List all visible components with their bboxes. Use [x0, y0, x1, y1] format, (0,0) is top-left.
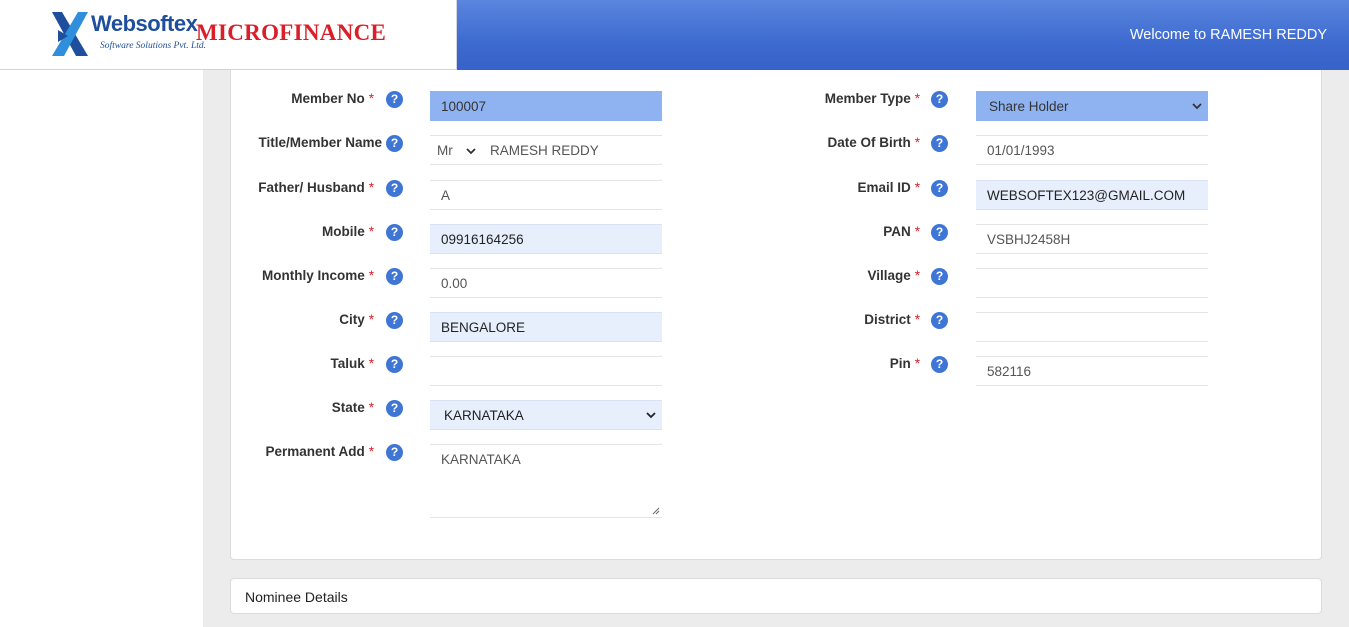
help-icon[interactable]: ?	[386, 91, 403, 108]
state-select[interactable]: KARNATAKA	[430, 400, 662, 430]
city-label: City *	[339, 312, 374, 327]
member-no-label: Member No *	[291, 91, 374, 106]
help-icon[interactable]: ?	[386, 312, 403, 329]
taluk-label: Taluk *	[330, 356, 374, 371]
pan-label: PAN *	[883, 224, 920, 239]
logo-area[interactable]: Websoftex Software Solutions Pvt. Ltd. M…	[0, 0, 457, 70]
date-of-birth-label: Date Of Birth *	[827, 135, 920, 150]
email-id-label: Email ID *	[857, 180, 920, 195]
app-name: MICROFINANCE	[196, 20, 387, 45]
sidebar	[0, 70, 203, 627]
help-icon[interactable]: ?	[386, 180, 403, 197]
help-icon[interactable]: ?	[931, 91, 948, 108]
father-husband-label: Father/ Husband *	[258, 180, 374, 195]
help-icon[interactable]: ?	[386, 444, 403, 461]
help-icon[interactable]: ?	[386, 135, 403, 152]
help-icon[interactable]: ?	[931, 180, 948, 197]
chevron-down-icon	[466, 148, 476, 155]
title-member-name-label: Title/Member Name	[258, 135, 382, 150]
welcome-user[interactable]: Welcome to RAMESH REDDY	[1130, 27, 1327, 43]
help-icon[interactable]: ?	[386, 356, 403, 373]
mobile-label: Mobile *	[321, 224, 374, 239]
top-bar: Welcome to RAMESH REDDY	[457, 0, 1349, 70]
date-of-birth-field[interactable]: 01/01/1993	[976, 135, 1208, 165]
city-field[interactable]: BENGALORE	[430, 312, 662, 342]
help-icon[interactable]: ?	[386, 268, 403, 285]
member-name-input[interactable]: RAMESH REDDY	[490, 143, 599, 158]
pin-field[interactable]: 582116	[976, 356, 1208, 386]
websoftex-logo-icon	[52, 12, 88, 56]
father-husband-field[interactable]: A	[430, 180, 662, 210]
help-icon[interactable]: ?	[931, 312, 948, 329]
resize-handle-icon[interactable]	[652, 507, 660, 515]
title-select[interactable]: Mr	[437, 143, 453, 158]
village-field[interactable]	[976, 268, 1208, 298]
member-no-field[interactable]: 100007	[430, 91, 662, 121]
permanent-add-label: Permanent Add *	[265, 444, 374, 459]
help-icon[interactable]: ?	[931, 268, 948, 285]
mobile-field[interactable]: 09916164256	[430, 224, 662, 254]
monthly-income-field[interactable]: 0.00	[430, 268, 662, 298]
village-label: Village *	[867, 268, 920, 283]
app-header: Websoftex Software Solutions Pvt. Ltd. M…	[0, 0, 1349, 70]
help-icon[interactable]: ?	[386, 224, 403, 241]
district-label: District *	[864, 312, 920, 327]
nominee-details-panel[interactable]: Nominee Details	[230, 578, 1322, 614]
chevron-down-icon	[646, 412, 656, 419]
taluk-field[interactable]	[430, 356, 662, 386]
brand-name: Websoftex	[91, 11, 198, 36]
title-member-name-field[interactable]: Mr RAMESH REDDY	[430, 135, 662, 165]
help-icon[interactable]: ?	[931, 135, 948, 152]
district-field[interactable]	[976, 312, 1208, 342]
email-field[interactable]: WEBSOFTEX123@GMAIL.COM	[976, 180, 1208, 210]
pan-field[interactable]: VSBHJ2458H	[976, 224, 1208, 254]
nominee-details-title[interactable]: Nominee Details	[245, 589, 348, 605]
member-type-select[interactable]: Share Holder	[976, 91, 1208, 121]
help-icon[interactable]: ?	[386, 400, 403, 417]
member-type-label: Member Type *	[824, 91, 920, 106]
help-icon[interactable]: ?	[931, 224, 948, 241]
permanent-address-textarea[interactable]: KARNATAKA	[430, 444, 662, 518]
monthly-income-label: Monthly Income *	[261, 268, 374, 283]
chevron-down-icon	[1192, 103, 1202, 110]
brand-subtitle: Software Solutions Pvt. Ltd.	[100, 41, 206, 51]
help-icon[interactable]: ?	[931, 356, 948, 373]
state-label: State *	[331, 400, 374, 415]
pin-label: Pin *	[889, 356, 920, 371]
